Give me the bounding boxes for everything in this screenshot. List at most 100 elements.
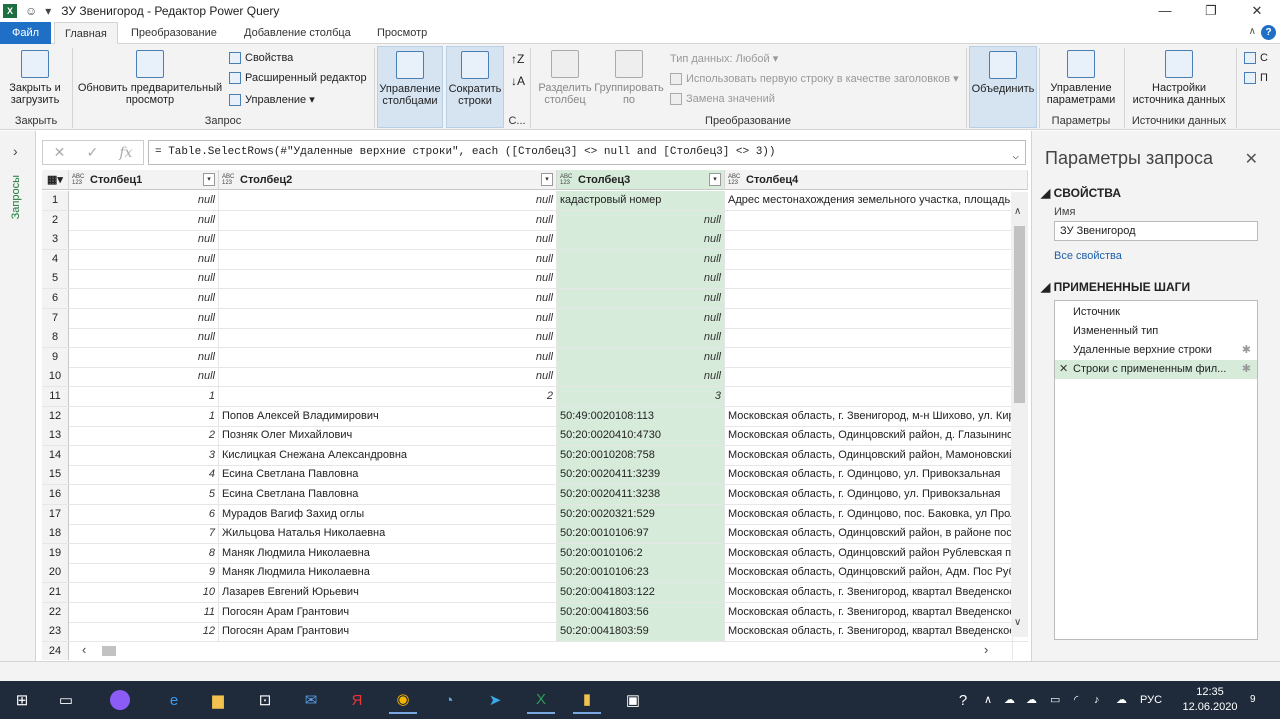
table-cell[interactable]: null <box>219 230 557 250</box>
column-header-2[interactable]: ABC 123 Столбец2 ▾ <box>219 170 557 190</box>
table-cell[interactable]: Маняк Людмила Николаевна <box>219 563 557 583</box>
table-cell[interactable]: Попов Алексей Владимирович <box>219 406 557 426</box>
row-header[interactable]: 19 <box>42 543 69 563</box>
extra-button-1[interactable]: С <box>1244 52 1268 64</box>
excel-taskbar-icon[interactable]: X <box>527 686 555 714</box>
table-cell[interactable]: Позняк Олег Михайлович <box>219 426 557 446</box>
any-type-icon[interactable]: ABC 123 <box>728 174 742 186</box>
row-header[interactable]: 18 <box>42 524 69 544</box>
table-cell[interactable]: 2 <box>219 387 557 406</box>
refresh-preview-button[interactable]: Обновить предварительный просмотр <box>76 50 224 106</box>
any-type-icon[interactable]: ABC 123 <box>222 174 236 186</box>
replace-values-button[interactable]: Замена значений <box>670 93 775 105</box>
table-cell[interactable]: 50:20:0020411:3238 <box>557 485 725 504</box>
step-removed-top-rows[interactable]: Удаленные верхние строки ✱ <box>1055 341 1257 360</box>
table-cell[interactable] <box>725 210 1013 230</box>
table-cell[interactable]: Московская область, Одинцовский район, д… <box>725 426 1013 446</box>
tab-transform[interactable]: Преобразование <box>121 22 227 44</box>
table-cell[interactable]: null <box>557 308 725 328</box>
scroll-down-icon[interactable]: ∨ <box>1014 617 1021 628</box>
row-header[interactable]: 24 <box>42 641 69 660</box>
table-cell[interactable]: Мурадов Вагиф Захид оглы <box>219 504 557 524</box>
table-cell[interactable]: Московская область, г. Одинцово, ул. При… <box>725 465 1013 485</box>
column-header-4[interactable]: ABC 123 Столбец4 <box>725 170 1028 190</box>
onedrive-icon[interactable]: ☁ <box>1004 681 1015 719</box>
column-header-3[interactable]: ABC 123 Столбец3 ▾ <box>557 170 725 190</box>
table-cell[interactable]: null <box>69 249 219 269</box>
row-header[interactable]: 10 <box>42 367 69 387</box>
table-cell[interactable]: 50:20:0041803:122 <box>557 583 725 602</box>
row-header[interactable]: 21 <box>42 583 69 602</box>
step-source[interactable]: Источник <box>1055 303 1257 322</box>
table-cell[interactable]: 5 <box>69 485 219 504</box>
manage-params-button[interactable]: Управление параметрами <box>1040 50 1122 106</box>
applied-steps-header[interactable]: ◢ ПРИМЕНЕННЫЕ ШАГИ <box>1041 280 1190 294</box>
table-cell[interactable] <box>725 269 1013 289</box>
row-header[interactable]: 17 <box>42 504 69 524</box>
sort-ascending-button[interactable]: ↑Z <box>511 52 524 66</box>
table-cell[interactable]: null <box>557 367 725 387</box>
table-cell[interactable]: 1 <box>69 387 219 406</box>
table-cell[interactable]: 50:20:0041803:56 <box>557 602 725 622</box>
row-header[interactable]: 8 <box>42 328 69 348</box>
manage-button[interactable]: Управление ▾ <box>229 93 315 106</box>
table-menu-icon[interactable]: ▦▾ <box>42 170 69 190</box>
table-cell[interactable]: Московская область, г. Звенигород, кварт… <box>725 583 1013 602</box>
table-row[interactable]: 20 9 Маняк Людмила Николаевна 50:20:0010106… <box>42 563 1028 584</box>
filter-dropdown-icon[interactable]: ▾ <box>203 173 215 186</box>
table-cell[interactable]: Жильцова Наталья Николаевна <box>219 524 557 544</box>
table-cell[interactable]: Московская область, г. Одинцово, пос. Ба… <box>725 504 1013 524</box>
table-row[interactable]: 22 11 Погосян Арам Грантович 50:20:0041803:… <box>42 602 1028 623</box>
row-header[interactable]: 13 <box>42 426 69 446</box>
table-cell[interactable] <box>725 328 1013 348</box>
table-cell[interactable] <box>725 230 1013 250</box>
table-cell[interactable]: 9 <box>69 563 219 583</box>
tray-expand-icon[interactable]: ∧ <box>984 681 992 719</box>
row-header[interactable]: 2 <box>42 210 69 230</box>
table-cell[interactable]: Московская область, г. Звенигород, м-н Ш… <box>725 406 1013 426</box>
table-cell[interactable]: Маняк Людмила Николаевна <box>219 543 557 563</box>
table-cell[interactable]: null <box>69 289 219 308</box>
windows-start-icon[interactable]: ⊞ <box>8 686 36 714</box>
horizontal-scrollbar[interactable]: ‹ › <box>70 642 1011 660</box>
table-cell[interactable]: null <box>219 210 557 230</box>
table-cell[interactable] <box>725 367 1013 387</box>
table-row[interactable]: 13 2 Позняк Олег Михайлович 50:20:0020410:4… <box>42 426 1028 447</box>
table-cell[interactable]: Московская область, Одинцовский район, М… <box>725 445 1013 465</box>
table-cell[interactable]: Кислицкая Снежана Александровна <box>219 445 557 465</box>
table-row[interactable]: 19 8 Маняк Людмила Николаевна 50:20:0010106… <box>42 543 1028 564</box>
table-cell[interactable]: null <box>557 230 725 250</box>
close-button[interactable]: ✕ <box>1234 0 1280 22</box>
mail-icon[interactable]: ✉ <box>297 686 325 714</box>
combine-button[interactable]: Объединить <box>969 46 1037 128</box>
any-type-icon[interactable]: ABC 123 <box>560 174 574 186</box>
table-cell[interactable]: null <box>219 328 557 348</box>
table-row[interactable]: 6 null null null <box>42 289 1028 309</box>
table-cell[interactable]: Лазарев Евгений Юрьевич <box>219 583 557 602</box>
table-cell[interactable]: 50:20:0010106:97 <box>557 524 725 544</box>
row-header[interactable]: 16 <box>42 485 69 504</box>
row-header[interactable]: 23 <box>42 622 69 642</box>
group-by-button[interactable]: Группировать по <box>594 50 664 106</box>
table-row[interactable]: 4 null null null <box>42 249 1028 270</box>
table-cell[interactable]: 50:20:0010106:23 <box>557 563 725 583</box>
quick-access-menu-icon[interactable]: ▾ <box>45 4 51 18</box>
table-row[interactable]: 23 12 Погосян Арам Грантович 50:20:0041803:… <box>42 622 1028 643</box>
sync-icon[interactable]: ☁ <box>1116 681 1127 719</box>
clock[interactable]: 12:35 12.06.2020 <box>1180 685 1240 715</box>
cloud-icon[interactable]: ☁ <box>1026 681 1037 719</box>
table-cell[interactable]: 8 <box>69 543 219 563</box>
table-cell[interactable]: null <box>219 191 557 210</box>
expand-queries-icon[interactable]: › <box>13 143 18 159</box>
tab-home[interactable]: Главная <box>54 22 118 45</box>
row-header[interactable]: 6 <box>42 289 69 308</box>
table-cell[interactable]: Адрес местонахождения земельного участка… <box>725 191 1013 210</box>
table-cell[interactable]: 50:20:0020411:3239 <box>557 465 725 485</box>
table-cell[interactable]: 6 <box>69 504 219 524</box>
alice-assistant-icon[interactable] <box>106 686 134 714</box>
table-cell[interactable]: Московская область, Одинцовский район Ру… <box>725 543 1013 563</box>
table-row[interactable]: 10 null null null <box>42 367 1028 388</box>
gear-icon[interactable]: ✱ <box>1242 360 1251 379</box>
any-type-icon[interactable]: ABC 123 <box>72 174 86 186</box>
use-first-row-button[interactable]: Использовать первую строку в качестве за… <box>670 72 959 85</box>
